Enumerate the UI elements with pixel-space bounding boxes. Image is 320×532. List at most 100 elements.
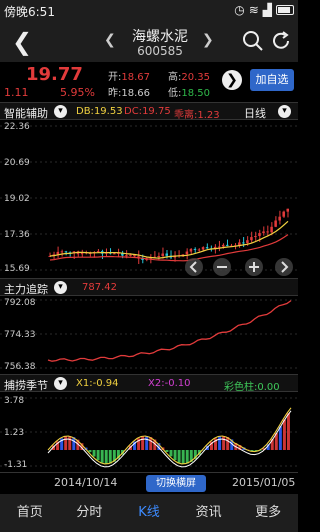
current-price: 19.77 — [26, 64, 83, 85]
trend-value: 787.42 — [82, 282, 117, 293]
period-label[interactable]: 日线 — [244, 105, 266, 121]
season-bar — [278, 426, 282, 450]
scroll-right-icon[interactable] — [275, 258, 293, 276]
tab-home[interactable]: 首页 — [0, 494, 60, 532]
season-bar — [169, 450, 173, 457]
candle — [274, 220, 277, 227]
alarm-icon: ◷ — [234, 3, 245, 17]
wifi-icon: ≋ — [248, 3, 259, 17]
next-stock-arrow-icon[interactable]: ❯ — [202, 32, 214, 48]
battery-icon — [276, 5, 294, 15]
db-value: DB:19.53 — [76, 106, 123, 117]
zoom-out-icon[interactable] — [213, 258, 231, 276]
candle — [258, 233, 261, 237]
trend-chart[interactable] — [0, 296, 298, 376]
candle — [60, 251, 64, 253]
start-date: 2014/10/14 — [54, 476, 118, 489]
bottom-tab-bar: 首页 分时 K线 资讯 更多 — [0, 494, 298, 532]
status-icons: ◷ ≋ ▟ — [234, 3, 294, 17]
candle — [205, 247, 209, 249]
tab-more[interactable]: 更多 — [238, 494, 298, 532]
chevron-down-icon[interactable]: ▾ — [278, 105, 291, 118]
candle — [282, 211, 285, 217]
candle — [270, 226, 273, 233]
candle — [225, 244, 229, 246]
deviation-value: 乖离:1.23 — [174, 110, 220, 121]
kline-indicator-name[interactable]: 智能辅助 — [4, 105, 48, 121]
zoom-in-icon[interactable] — [245, 258, 263, 276]
candle — [254, 236, 257, 238]
season-bar — [282, 419, 286, 450]
status-time: 傍晚6:51 — [4, 5, 55, 19]
add-watchlist-button[interactable]: 加自选 — [250, 69, 294, 91]
season-y-label: 1.23 — [4, 428, 25, 438]
season-bar — [141, 436, 145, 450]
kline-indicator-bar: 智能辅助 ▾ DB:19.53 DC:19.75 乖离:1.23 日线 ▾ — [0, 102, 298, 121]
season-bar — [165, 450, 169, 453]
quote-panel: 19.77 1.11 5.95% 开:18.67 高:20.35 昨:18.66… — [0, 62, 298, 102]
candle — [221, 244, 225, 247]
high-field: 高:20.35 — [168, 72, 211, 83]
detail-arrow-button[interactable]: ❯ — [222, 70, 242, 90]
back-button[interactable]: ❮ — [8, 28, 36, 56]
x2-value: X2:-0.10 — [148, 378, 191, 389]
dc-value: DC:19.75 — [124, 106, 171, 117]
chart-controls — [185, 258, 293, 276]
trend-y-label: 792.08 — [4, 298, 36, 308]
season-bar — [173, 450, 177, 461]
scroll-left-icon[interactable] — [185, 258, 203, 276]
header-bar: ❮ ❮ 海螺水泥 600585 ❯ — [0, 22, 298, 62]
tab-kline[interactable]: K线 — [119, 494, 179, 532]
trend-indicator-name[interactable]: 主力追踪 — [4, 281, 48, 297]
season-bar — [64, 436, 68, 450]
chevron-down-icon[interactable]: ▾ — [54, 377, 67, 390]
season-bar — [185, 450, 189, 464]
candle — [217, 246, 221, 248]
x2-line — [47, 410, 292, 468]
signal-icon: ▟ — [262, 3, 272, 17]
trend-indicator-bar: 主力追踪 ▾ 787.42 — [0, 278, 298, 296]
candle — [189, 248, 193, 252]
refresh-icon[interactable] — [270, 30, 292, 52]
tab-news[interactable]: 资讯 — [179, 494, 239, 532]
season-bar — [222, 436, 226, 450]
landscape-switch-button[interactable]: 切换横屏 — [146, 475, 206, 492]
candle — [278, 216, 281, 221]
kline-chart[interactable] — [0, 120, 298, 278]
chevron-down-icon[interactable]: ▾ — [54, 281, 67, 294]
season-y-label: 3.78 — [4, 396, 25, 406]
season-y-label: -1.31 — [4, 460, 28, 470]
candle — [246, 240, 249, 244]
candle — [262, 231, 265, 234]
candle — [197, 249, 201, 251]
season-bar — [181, 450, 185, 464]
tab-intraday[interactable]: 分时 — [60, 494, 120, 532]
candle — [113, 253, 116, 255]
search-icon[interactable] — [242, 30, 264, 52]
season-bar — [108, 450, 112, 464]
stock-code: 600585 — [137, 44, 183, 58]
candle — [201, 247, 205, 250]
season-indicator-name[interactable]: 捕捞季节 — [4, 377, 48, 393]
season-indicator-bar: 捕捞季节 ▾ X1:-0.94 X2:-0.10 彩色柱:0.00 — [0, 374, 298, 393]
status-bar: 傍晚6:51 ◷ ≋ ▟ — [0, 0, 298, 22]
x1-value: X1:-0.94 — [76, 378, 119, 389]
season-chart[interactable] — [0, 392, 298, 472]
candle — [64, 251, 68, 253]
candle — [266, 231, 269, 233]
candle — [286, 208, 289, 212]
season-bar — [104, 450, 108, 464]
low-field: 低:18.50 — [168, 88, 211, 99]
kline-y-label: 20.69 — [4, 158, 30, 168]
color-bar-value: 彩色柱:0.00 — [224, 382, 280, 393]
candle — [161, 253, 164, 256]
season-bar — [100, 450, 104, 463]
season-bar — [177, 450, 181, 463]
kline-y-label: 17.36 — [4, 230, 30, 240]
trend-line — [47, 300, 292, 362]
chevron-down-icon[interactable]: ▾ — [54, 105, 67, 118]
candle — [125, 255, 128, 257]
trend-y-label: 756.38 — [4, 362, 36, 372]
candle — [242, 242, 245, 244]
season-bar — [145, 436, 149, 450]
